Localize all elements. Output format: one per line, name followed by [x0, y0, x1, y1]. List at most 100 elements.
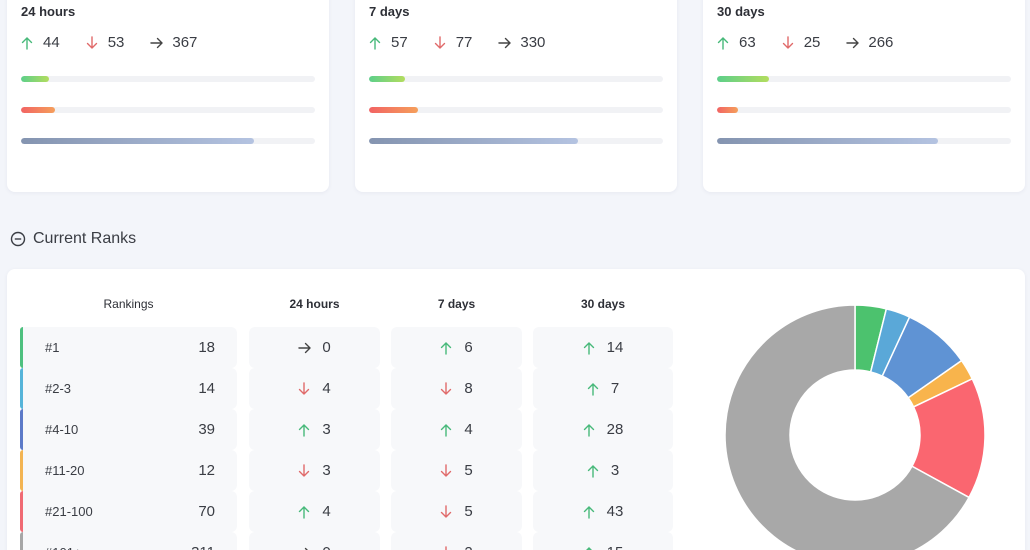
rank-row: #1 18 [20, 327, 237, 368]
same-progress-fill [21, 138, 254, 144]
change-24h-cell: 3 [249, 450, 380, 491]
same-progress-fill [369, 138, 579, 144]
arrow-down-icon [298, 381, 312, 396]
change-7d-cell: 2 [391, 532, 522, 550]
change-value: 0 [322, 544, 330, 550]
change-value: 5 [464, 503, 473, 520]
arrow-down-icon [440, 381, 454, 396]
change-7d-cell: 4 [391, 409, 522, 450]
arrow-right-icon [498, 37, 512, 49]
summary-card-24h: 24 hours 44 53 367 [7, 0, 329, 192]
change-24h-cell: 4 [249, 368, 380, 409]
arrow-down-icon [434, 35, 448, 50]
arrow-down-icon [298, 463, 312, 478]
arrow-right-icon [298, 342, 312, 354]
change-value: 4 [464, 421, 473, 438]
change-value: 4 [322, 503, 331, 520]
arrow-up-icon [298, 505, 312, 519]
change-7d-cell: 8 [391, 368, 522, 409]
current-ranks-toggle[interactable]: Current Ranks [10, 230, 136, 248]
change-value: 4 [322, 380, 331, 397]
change-value: 28 [606, 421, 624, 438]
summary-same: 266 [846, 34, 893, 51]
summary-up: 57 [369, 34, 408, 51]
change-7d-cell: 5 [391, 491, 522, 532]
arrow-up-icon [369, 36, 383, 50]
header-30-days: 30 days [580, 297, 626, 311]
header-24-hours: 24 hours [289, 297, 340, 311]
rank-label: #11-20 [45, 463, 85, 478]
section-title: Current Ranks [33, 230, 137, 247]
summary-period: 30 days [717, 4, 765, 19]
change-24h-cell: 0 [249, 327, 380, 368]
rank-label: #101+ [45, 545, 82, 550]
change-value: 8 [464, 380, 473, 397]
arrow-down-icon [86, 35, 100, 50]
arrow-down-icon [440, 504, 454, 519]
summary-same: 330 [498, 34, 545, 51]
arrow-right-icon [298, 547, 312, 550]
summary-down: 53 [86, 34, 124, 51]
summary-up: 63 [717, 34, 756, 51]
arrow-up-icon [583, 546, 597, 550]
change-30d-cell: 15 [533, 532, 673, 550]
down-progress-bar [369, 107, 663, 113]
rank-count: 12 [198, 462, 215, 479]
down-progress-fill [369, 107, 418, 113]
down-progress-fill [717, 107, 738, 113]
change-24h-cell: 3 [249, 409, 380, 450]
rank-count: 39 [198, 421, 215, 438]
arrow-up-icon [717, 36, 731, 50]
ranks-donut-chart [724, 304, 986, 550]
summary-up: 44 [21, 34, 60, 51]
same-progress-bar [369, 138, 663, 144]
rank-label: #2-3 [45, 381, 72, 396]
summary-same: 367 [150, 34, 197, 51]
rank-count: 18 [198, 339, 215, 356]
summary-period: 24 hours [21, 4, 76, 19]
rank-row: #4-10 39 [20, 409, 237, 450]
rank-label: #4-10 [45, 422, 79, 437]
summary-card-30d: 30 days 63 25 266 [703, 0, 1025, 192]
up-progress-fill [369, 76, 406, 82]
up-progress-fill [717, 76, 770, 82]
change-7d-cell: 6 [391, 327, 522, 368]
rank-label: #1 [45, 340, 60, 355]
arrow-up-icon [583, 423, 597, 437]
arrow-up-icon [583, 341, 597, 355]
down-progress-bar [717, 107, 1011, 113]
change-30d-cell: 43 [533, 491, 673, 532]
rank-count: 14 [198, 380, 215, 397]
minus-circle-icon [10, 231, 26, 247]
change-30d-cell: 28 [533, 409, 673, 450]
arrow-up-icon [587, 464, 601, 478]
arrow-up-icon [587, 382, 601, 396]
change-30d-cell: 3 [533, 450, 673, 491]
same-progress-bar [21, 138, 315, 144]
rank-count: 311 [191, 544, 215, 550]
up-progress-bar [21, 76, 315, 82]
change-24h-cell: 0 [249, 532, 380, 550]
up-progress-fill [21, 76, 49, 82]
rank-count: 70 [198, 503, 215, 520]
arrow-up-icon [298, 423, 312, 437]
summary-period: 7 days [369, 4, 410, 19]
header-7-days: 7 days [437, 297, 476, 311]
up-progress-bar [369, 76, 663, 82]
arrow-down-icon [440, 545, 454, 550]
rank-row: #2-3 14 [20, 368, 237, 409]
arrow-up-icon [21, 36, 35, 50]
change-value: 43 [606, 503, 624, 520]
change-value: 6 [464, 339, 473, 356]
change-value: 5 [464, 462, 473, 479]
change-value: 14 [606, 339, 624, 356]
arrow-up-icon [583, 505, 597, 519]
rank-row: #101+ 311 [20, 532, 237, 550]
change-30d-cell: 14 [533, 327, 673, 368]
change-7d-cell: 5 [391, 450, 522, 491]
summary-down: 25 [782, 34, 820, 51]
down-progress-fill [21, 107, 55, 113]
change-24h-cell: 4 [249, 491, 380, 532]
change-value: 3 [610, 462, 620, 479]
arrow-down-icon [782, 35, 796, 50]
